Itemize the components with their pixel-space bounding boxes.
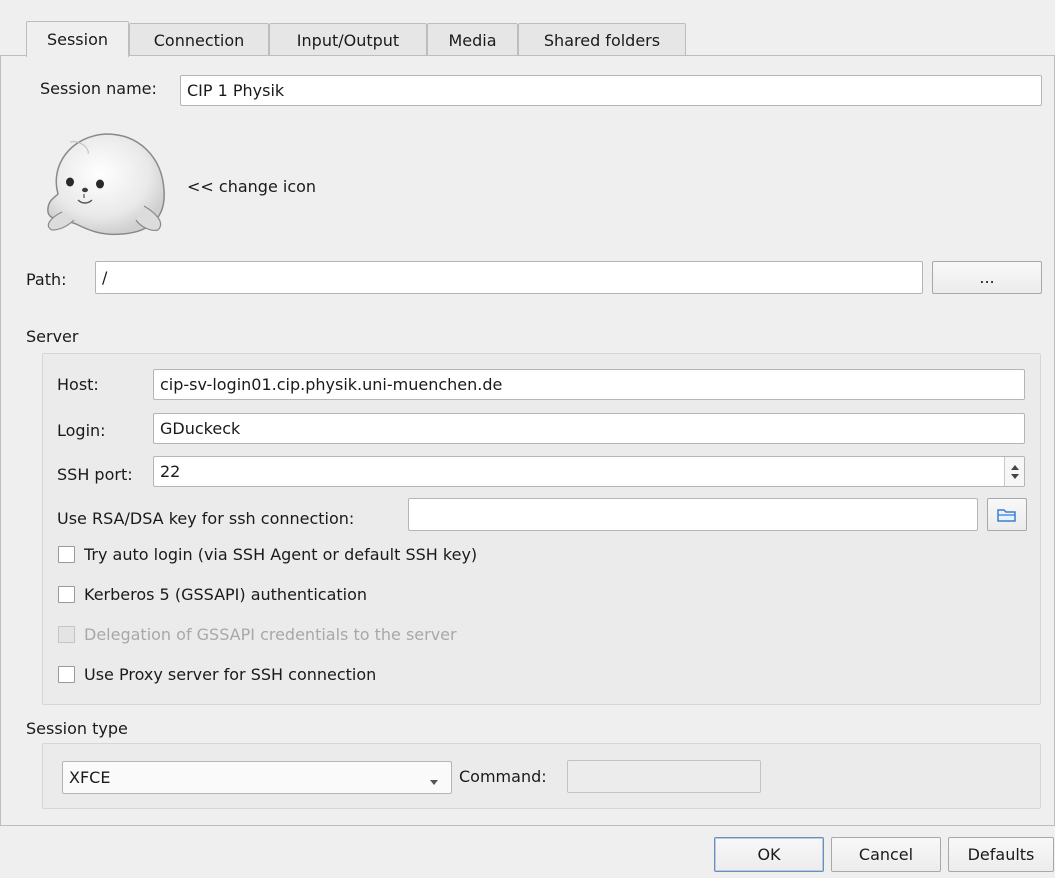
spin-arrows-icon bbox=[1010, 464, 1019, 479]
host-value: cip-sv-login01.cip.physik.uni-muenchen.d… bbox=[160, 375, 503, 394]
seal-icon bbox=[47, 133, 165, 236]
change-icon-label[interactable]: << change icon bbox=[187, 177, 316, 196]
ssh-port-label: SSH port: bbox=[57, 465, 133, 484]
auto-login-checkbox[interactable] bbox=[58, 546, 75, 563]
session-name-label: Session name: bbox=[40, 79, 157, 98]
gssapi-delegation-label: Delegation of GSSAPI credentials to the … bbox=[84, 625, 457, 644]
browse-label: ... bbox=[979, 268, 995, 287]
host-input[interactable]: cip-sv-login01.cip.physik.uni-muenchen.d… bbox=[153, 369, 1025, 400]
rsa-key-label: Use RSA/DSA key for ssh connection: bbox=[57, 509, 355, 528]
tab-connection[interactable]: Connection bbox=[129, 23, 269, 57]
gssapi-delegation-checkbox bbox=[58, 626, 75, 643]
tab-session[interactable]: Session bbox=[26, 21, 129, 57]
path-label: Path: bbox=[26, 270, 67, 289]
tab-input-output[interactable]: Input/Output bbox=[269, 23, 427, 57]
login-input[interactable]: GDuckeck bbox=[153, 413, 1025, 444]
session-type-select[interactable]: XFCE bbox=[62, 761, 452, 794]
folder-icon bbox=[997, 508, 1016, 522]
auto-login-label[interactable]: Try auto login (via SSH Agent or default… bbox=[84, 545, 477, 564]
session-type-value: XFCE bbox=[69, 768, 111, 787]
ssh-port-value: 22 bbox=[160, 462, 181, 481]
host-label: Host: bbox=[57, 375, 99, 394]
login-value: GDuckeck bbox=[160, 419, 241, 438]
tab-label: Input/Output bbox=[296, 31, 400, 50]
command-input bbox=[567, 760, 761, 793]
tab-shared-folders[interactable]: Shared folders bbox=[518, 23, 686, 57]
server-group-title: Server bbox=[26, 327, 79, 346]
kerberos-label[interactable]: Kerberos 5 (GSSAPI) authentication bbox=[84, 585, 367, 604]
command-label: Command: bbox=[459, 767, 547, 786]
path-value: / bbox=[102, 268, 108, 287]
ok-label: OK bbox=[757, 845, 781, 864]
chevron-down-icon bbox=[428, 772, 440, 785]
rsa-key-input[interactable] bbox=[408, 498, 978, 531]
defaults-button[interactable]: Defaults bbox=[948, 837, 1054, 872]
session-name-value: CIP 1 Physik bbox=[187, 81, 285, 100]
cancel-button[interactable]: Cancel bbox=[831, 837, 941, 872]
session-name-input[interactable]: CIP 1 Physik bbox=[180, 75, 1042, 106]
browse-path-button[interactable]: ... bbox=[932, 261, 1042, 294]
login-label: Login: bbox=[57, 421, 106, 440]
ssh-port-spinbox[interactable]: 22 bbox=[153, 456, 1025, 487]
defaults-label: Defaults bbox=[967, 845, 1035, 864]
tab-media[interactable]: Media bbox=[427, 23, 518, 57]
ok-button[interactable]: OK bbox=[714, 837, 824, 872]
kerberos-checkbox[interactable] bbox=[58, 586, 75, 603]
session-icon-seal[interactable] bbox=[40, 126, 172, 238]
rsa-key-browse-button[interactable] bbox=[987, 498, 1027, 531]
proxy-checkbox[interactable] bbox=[58, 666, 75, 683]
cancel-label: Cancel bbox=[858, 845, 914, 864]
tab-label: Shared folders bbox=[543, 31, 661, 50]
ssh-port-stepper[interactable] bbox=[1004, 457, 1024, 486]
tab-label: Connection bbox=[153, 31, 245, 50]
tab-label: Session bbox=[46, 30, 109, 49]
path-input[interactable]: / bbox=[95, 261, 923, 294]
tab-label: Media bbox=[448, 31, 497, 50]
proxy-label[interactable]: Use Proxy server for SSH connection bbox=[84, 665, 376, 684]
session-type-title: Session type bbox=[26, 719, 128, 738]
